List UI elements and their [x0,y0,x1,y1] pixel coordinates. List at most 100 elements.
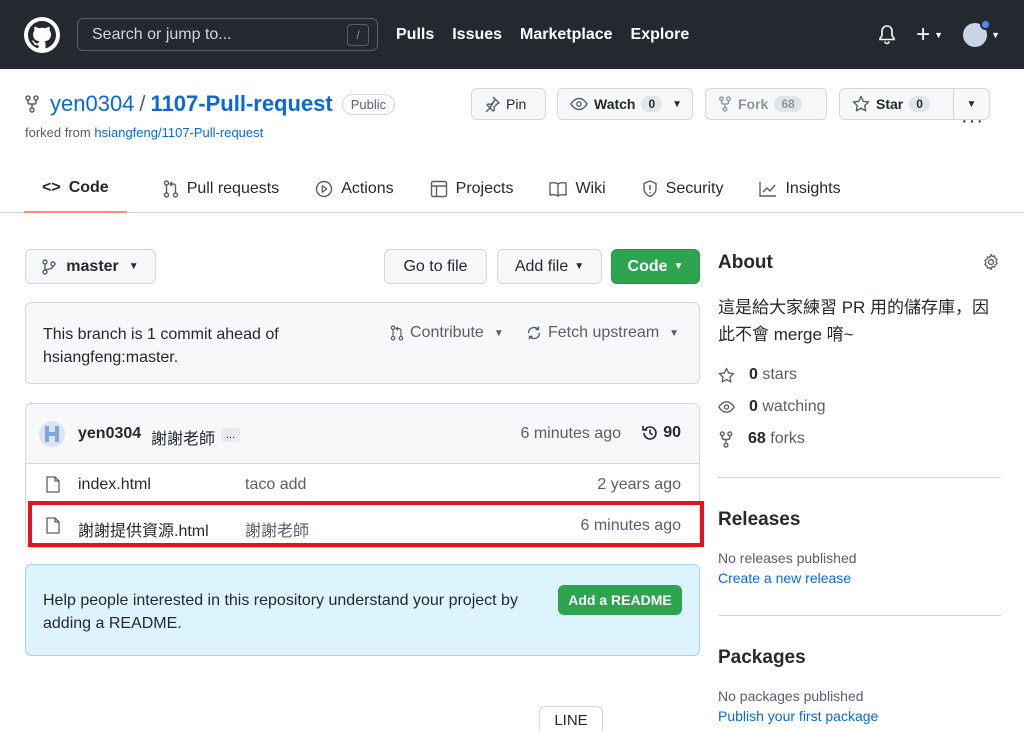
add-file-label: Add file [514,257,569,275]
user-menu[interactable]: ▼ [963,18,1000,47]
commit-history-link[interactable]: 90 [641,424,681,442]
commit-message[interactable]: 謝謝老師 [151,425,215,449]
tab-insights[interactable]: Insights [759,165,841,213]
pin-button[interactable]: Pin [471,88,546,120]
watching-stat[interactable]: 0 watching [718,398,826,416]
watch-label: Watch [594,96,636,112]
visibility-badge: Public [341,93,396,115]
nav-marketplace[interactable]: Marketplace [520,26,613,44]
chevron-down-icon: ▼ [669,327,680,339]
commit-expand-button[interactable]: ... [221,428,241,442]
packages-title[interactable]: Packages [718,647,806,669]
file-commit-time: 6 minutes ago [580,517,681,534]
code-button-label: Code [627,257,668,275]
branch-icon [42,258,56,275]
commit-author[interactable]: yen0304 [78,425,141,443]
forks-stat[interactable]: 68 forks [718,430,805,448]
eye-icon [570,97,588,111]
history-icon [641,424,659,442]
chevron-down-icon: ▼ [966,98,977,110]
graph-icon [759,181,777,197]
watch-button[interactable]: Watch 0 ▼ [557,88,693,120]
watching-label: watching [762,398,826,415]
branch-status-text: This branch is 1 commit ahead of hsiangf… [43,326,279,366]
chevron-down-icon: ▼ [991,29,1000,40]
file-icon [46,517,60,534]
file-name[interactable]: index.html [78,476,151,494]
repo-owner-link[interactable]: yen0304 [50,91,134,117]
chevron-down-icon: ▼ [493,327,504,339]
releases-title[interactable]: Releases [718,509,800,531]
tab-pull-requests[interactable]: Pull requests [163,165,280,213]
file-commit-message[interactable]: 謝謝老師 [245,517,309,541]
notification-dot [980,18,992,30]
tab-projects[interactable]: Projects [430,165,514,213]
chevron-down-icon: ▼ [672,98,683,110]
tab-wiki-label: Wiki [575,180,606,197]
file-row[interactable]: index.html taco add 2 years ago [26,464,699,505]
file-icon [46,476,60,493]
readme-prompt: Help people interested in this repositor… [25,564,700,656]
tab-actions[interactable]: Actions [315,165,394,213]
file-name[interactable]: 謝謝提供資源.html [78,517,209,541]
fork-button[interactable]: Fork 68 [705,88,827,120]
star-button[interactable]: Star 0 [839,88,954,120]
tab-security-label: Security [665,180,724,197]
search-input[interactable]: Search or jump to... / [77,18,378,51]
tab-wiki[interactable]: Wiki [549,165,606,213]
file-commit-time: 2 years ago [597,476,681,493]
fetch-upstream-button[interactable]: Fetch upstream ▼ [526,324,679,342]
chevron-down-icon: ▼ [128,261,139,272]
tab-projects-label: Projects [455,180,514,197]
forked-prefix: forked from [25,125,91,140]
contribute-label: Contribute [410,324,484,341]
bell-icon[interactable] [878,24,896,45]
tabs-more-icon[interactable]: ··· [961,110,984,133]
tab-security[interactable]: Security [642,165,724,213]
watching-count: 0 [749,398,758,415]
repo-name-link[interactable]: 1107-Pull-request [151,91,333,117]
book-icon [549,181,568,197]
header-actions: + ▼ ▼ [878,18,1000,47]
repo-forked-icon [24,95,40,113]
nav-issues[interactable]: Issues [452,26,502,44]
branch-select-button[interactable]: master ▼ [25,249,156,284]
nav-pulls[interactable]: Pulls [396,26,434,44]
repo-header: yen0304 / 1107-Pull-request Public forke… [0,69,1024,213]
avatar[interactable] [39,421,65,447]
forked-source-link[interactable]: hsiangfeng/1107-Pull-request [94,125,263,140]
contribute-button[interactable]: Contribute ▼ [390,324,504,342]
pull-request-icon [390,325,404,341]
fetch-upstream-label: Fetch upstream [548,324,660,341]
publish-package-link[interactable]: Publish your first package [718,708,878,724]
play-icon [315,180,333,198]
tab-code[interactable]: <> Code [24,165,127,213]
go-to-file-button[interactable]: Go to file [384,249,487,284]
fork-icon [718,96,732,112]
add-file-button[interactable]: Add file ▼ [497,249,602,284]
repo-tabs: <> Code Pull requests Actions Projects W… [24,165,877,213]
tab-code-label: Code [68,179,109,196]
repo-title: yen0304 / 1107-Pull-request Public [24,91,396,117]
chevron-down-icon: ▼ [574,261,585,272]
create-new-menu[interactable]: + ▼ [916,22,943,46]
nav-explore[interactable]: Explore [631,26,690,44]
file-commit-message[interactable]: taco add [245,476,306,494]
tab-insights-label: Insights [785,180,841,197]
star-icon [852,95,870,113]
tab-pull-requests-label: Pull requests [186,180,280,197]
file-list: yen0304 謝謝老師 ... 6 minutes ago 90 index.… [25,403,700,548]
add-readme-button[interactable]: Add a README [558,585,682,615]
create-release-link[interactable]: Create a new release [718,570,851,586]
line-share-button[interactable]: LINE [539,706,603,731]
gear-icon[interactable] [982,253,1000,271]
file-row[interactable]: 謝謝提供資源.html 謝謝老師 6 minutes ago [26,505,699,546]
latest-commit-row: yen0304 謝謝老師 ... 6 minutes ago 90 [26,404,699,464]
github-logo-icon[interactable] [24,16,60,53]
pin-label: Pin [506,96,527,112]
star-count: 0 [909,96,930,112]
stars-stat[interactable]: 0 stars [718,366,797,384]
code-button[interactable]: Code ▼ [611,249,700,284]
search-shortcut-key: / [347,23,369,46]
star-label: Star [876,96,904,112]
